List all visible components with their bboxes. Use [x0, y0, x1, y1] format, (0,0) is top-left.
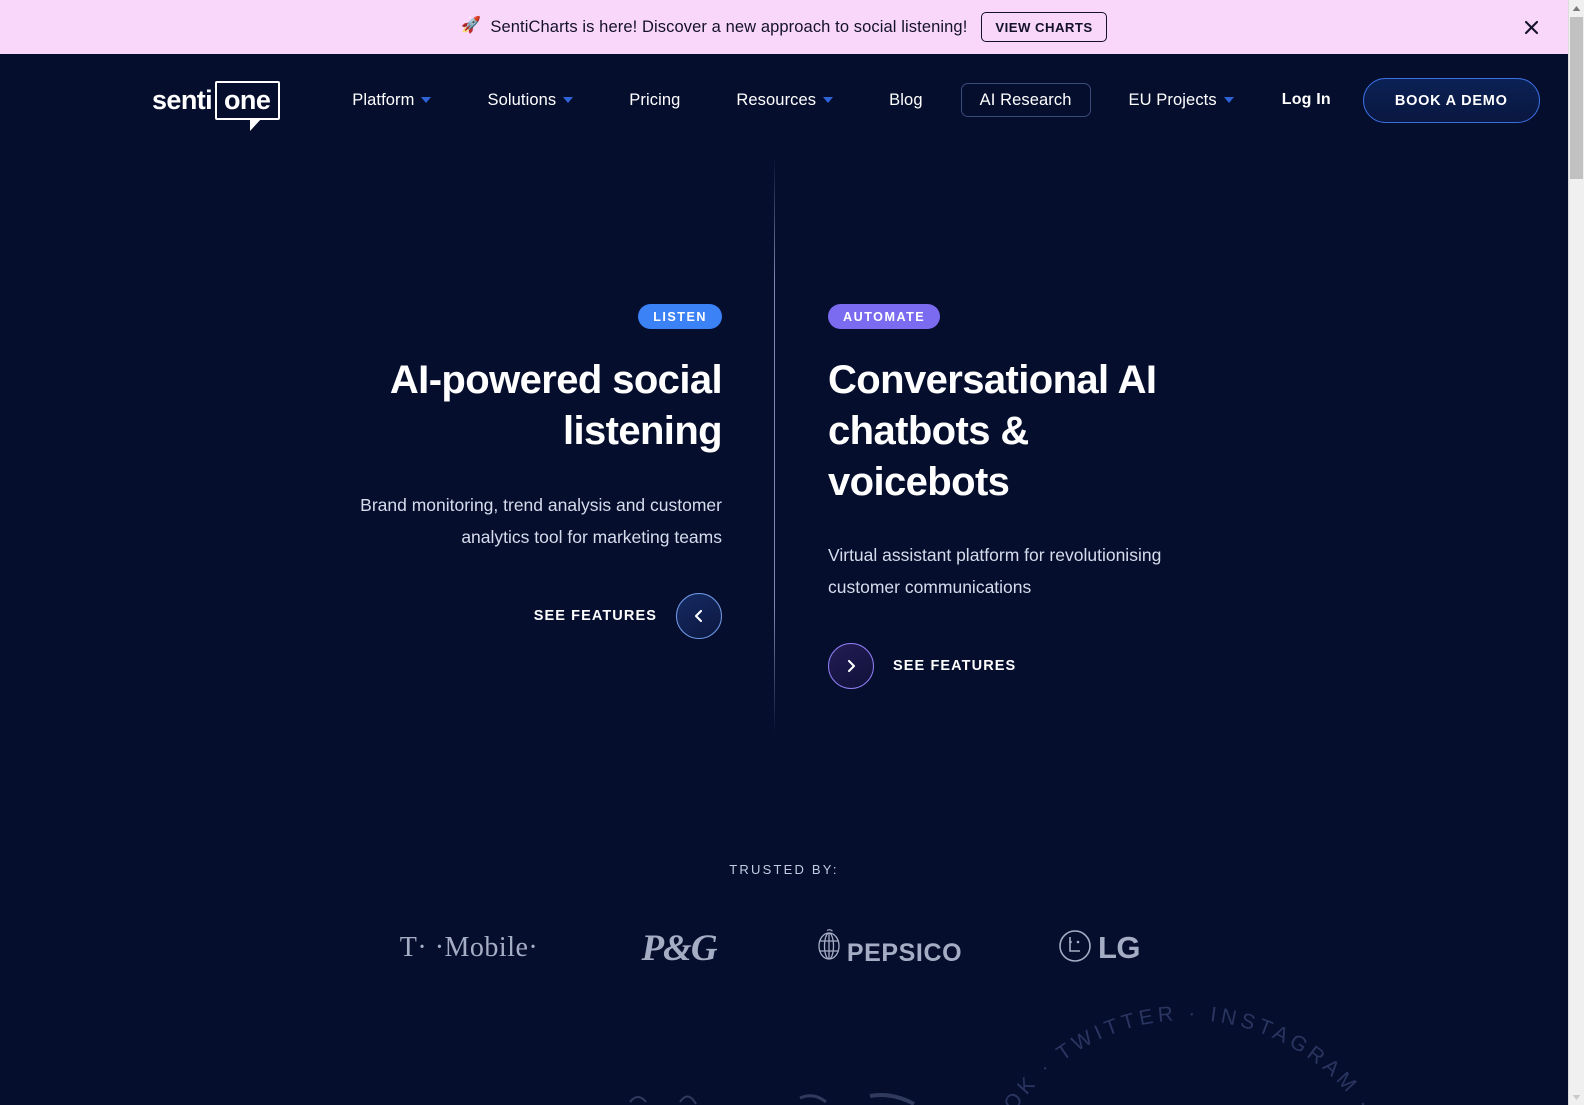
chevron-left-icon[interactable] — [676, 592, 722, 639]
close-icon[interactable] — [1518, 14, 1544, 40]
nav-item-ai-research[interactable]: AI Research — [960, 83, 1091, 117]
nav-item-resources[interactable]: Resources — [708, 80, 861, 120]
hero-heading-listen: AI-powered social listening — [389, 358, 723, 453]
view-charts-button[interactable]: VIEW CHARTS — [981, 12, 1107, 42]
see-features-label-listen[interactable]: SEE FEATURES — [534, 608, 657, 624]
pg-logo: P&G — [574, 920, 784, 976]
nav-item-label: Resources — [736, 90, 817, 109]
scrollbar-up-arrow-icon[interactable] — [1569, 0, 1584, 16]
t-mobile-logo: T· ·Mobile· — [364, 920, 574, 976]
banner-message: SentiCharts is here! Discover a new appr… — [490, 17, 968, 36]
page-scrollbar[interactable] — [1568, 0, 1584, 1105]
client-logos: T· ·Mobile· P&G PEPSICO LG — [0, 920, 1568, 976]
trusted-by-label: TRUSTED BY: — [729, 862, 839, 877]
curved-text-label: FACEBOOK · TWITTER · INSTAGRAM · — [960, 1002, 1377, 1105]
sentione-logo[interactable]: senti one — [152, 80, 281, 131]
badge-automate: AUTOMATE — [828, 304, 941, 329]
chevron-down-icon — [823, 97, 834, 103]
lg-face-icon — [1058, 929, 1092, 968]
logo-text-one: one — [224, 84, 271, 115]
badge-listen: LISTEN — [638, 304, 722, 329]
nav-item-label: Pricing — [629, 90, 681, 109]
banner-message-group: 🚀 SentiCharts is here! Discover a new ap… — [461, 18, 967, 37]
chevron-down-icon — [563, 97, 574, 103]
nav-item-label: Blog — [889, 90, 923, 109]
bottom-decorative-shapes — [629, 1093, 915, 1105]
chevron-down-icon — [1223, 97, 1234, 103]
hero-heading-automate: Conversational AI chatbots & voicebots — [828, 358, 1157, 504]
login-link[interactable]: Log In — [1262, 91, 1363, 109]
lg-logo: LG — [994, 920, 1204, 976]
t-mobile-logo-text: T· ·Mobile· — [399, 932, 539, 963]
hero-pane-automate: AUTOMATE Conversational AI chatbots & vo… — [828, 304, 1214, 690]
nav-actions: Log In BOOK A DEMO — [1262, 77, 1540, 123]
main-navigation: senti one Platform Solutions Pricing Res… — [0, 54, 1568, 146]
hero-section: LISTEN AI-powered social listening Brand… — [0, 146, 1568, 746]
chevron-down-icon — [421, 97, 432, 103]
nav-links: Platform Solutions Pricing Resources Blo… — [324, 80, 1261, 120]
book-a-demo-button[interactable]: BOOK A DEMO — [1362, 77, 1540, 123]
pepsico-logo: PEPSICO — [784, 920, 994, 976]
logo-bubble-tail — [250, 117, 263, 131]
hero-cta-automate: SEE FEATURES — [828, 643, 1214, 690]
logo-text-senti: senti — [152, 84, 213, 115]
chevron-right-icon[interactable] — [828, 643, 874, 690]
hero-cta-listen: SEE FEATURES — [336, 592, 722, 639]
nav-item-label: Platform — [352, 90, 415, 109]
nav-item-blog[interactable]: Blog — [861, 80, 950, 120]
nav-item-eu-projects[interactable]: EU Projects — [1101, 80, 1262, 120]
page-viewport: 🚀 SentiCharts is here! Discover a new ap… — [0, 0, 1568, 1105]
trusted-by-section: TRUSTED BY: T· ·Mobile· P&G PEPSICO LG — [0, 862, 1568, 976]
rocket-icon: 🚀 — [461, 17, 482, 34]
pepsico-logo-text: PEPSICO — [846, 939, 963, 967]
nav-item-label: EU Projects — [1128, 90, 1217, 109]
hero-description-listen: Brand monitoring, trend analysis and cus… — [360, 494, 722, 547]
hero-divider — [774, 156, 776, 734]
logo-speech-bubble-icon: one — [215, 80, 281, 131]
see-features-label-automate[interactable]: SEE FEATURES — [893, 658, 1016, 674]
hero-pane-listen: LISTEN AI-powered social listening Brand… — [336, 304, 723, 639]
nav-item-label: AI Research — [979, 90, 1072, 109]
curved-social-networks-text: FACEBOOK · TWITTER · INSTAGRAM · — [960, 1002, 1377, 1105]
nav-item-solutions[interactable]: Solutions — [459, 80, 601, 120]
nav-item-pricing[interactable]: Pricing — [601, 80, 708, 120]
nav-item-label: Solutions — [487, 90, 557, 109]
lg-logo-text: LG — [1097, 930, 1141, 965]
nav-item-platform[interactable]: Platform — [324, 80, 459, 120]
pg-logo-text: P&G — [641, 927, 717, 969]
scrollbar-thumb[interactable] — [1570, 17, 1583, 179]
announcement-banner: 🚀 SentiCharts is here! Discover a new ap… — [0, 0, 1568, 54]
scrollbar-down-arrow-icon[interactable] — [1569, 1089, 1584, 1105]
pepsico-globe-icon — [816, 928, 842, 967]
hero-description-automate: Virtual assistant platform for revolutio… — [828, 545, 1162, 598]
